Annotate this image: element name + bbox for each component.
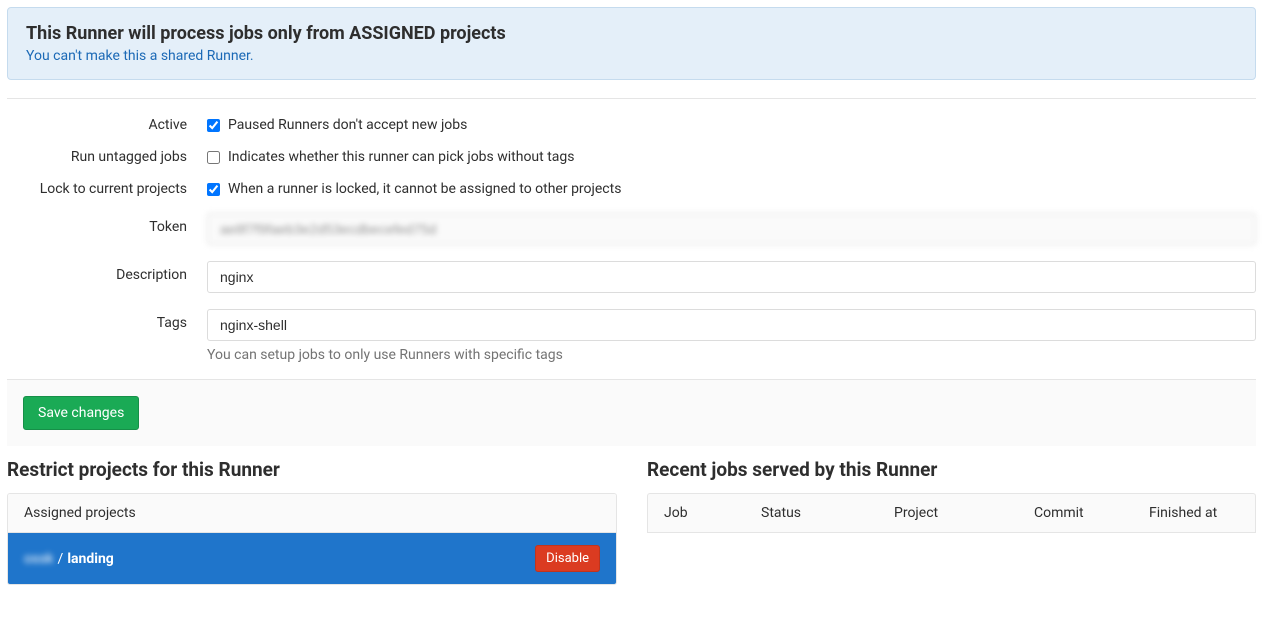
disable-button[interactable]: Disable xyxy=(535,545,600,572)
form-footer: Save changes xyxy=(7,379,1256,446)
run-untagged-checkbox[interactable] xyxy=(207,151,220,164)
untagged-desc: Indicates whether this runner can pick j… xyxy=(228,149,575,165)
th-project: Project xyxy=(878,494,1018,532)
restrict-title: Restrict projects for this Runner xyxy=(7,458,617,481)
divider xyxy=(7,98,1256,99)
form-row-untagged: Run untagged jobs Indicates whether this… xyxy=(7,149,1256,165)
save-button[interactable]: Save changes xyxy=(23,396,139,430)
project-name: ossk / landing xyxy=(24,551,114,567)
assigned-projects-panel: Assigned projects ossk / landing Disable xyxy=(7,493,617,585)
runner-settings-form: Active Paused Runners don't accept new j… xyxy=(7,117,1256,446)
label-active: Active xyxy=(7,117,197,133)
token-input[interactable] xyxy=(207,213,1256,245)
lock-desc: When a runner is locked, it cannot be as… xyxy=(228,181,621,197)
tags-input[interactable] xyxy=(207,309,1256,341)
alert-title: This Runner will process jobs only from … xyxy=(26,23,1237,44)
th-status: Status xyxy=(745,494,878,532)
project-separator: / xyxy=(58,551,64,567)
th-job: Job xyxy=(648,494,745,532)
form-row-token: Token xyxy=(7,213,1256,245)
assigned-projects-header: Assigned projects xyxy=(8,494,616,533)
label-description: Description xyxy=(7,261,197,283)
lower-columns: Restrict projects for this Runner Assign… xyxy=(7,458,1256,585)
project-row[interactable]: ossk / landing Disable xyxy=(8,533,616,584)
form-row-tags: Tags You can setup jobs to only use Runn… xyxy=(7,309,1256,363)
description-input[interactable] xyxy=(207,261,1256,293)
jobs-table-header: Job Status Project Commit Finished at xyxy=(647,493,1256,533)
info-alert: This Runner will process jobs only from … xyxy=(7,7,1256,80)
tags-help-text: You can setup jobs to only use Runners w… xyxy=(207,347,1256,363)
alert-subtitle: You can't make this a shared Runner. xyxy=(26,48,1237,64)
label-token: Token xyxy=(7,213,197,235)
th-commit: Commit xyxy=(1018,494,1133,532)
label-tags: Tags xyxy=(7,309,197,331)
lock-checkbox[interactable] xyxy=(207,183,220,196)
form-row-lock: Lock to current projects When a runner i… xyxy=(7,181,1256,197)
form-row-description: Description xyxy=(7,261,1256,293)
project-owner: ossk xyxy=(24,551,54,567)
th-finished: Finished at xyxy=(1133,494,1255,532)
recent-jobs-title: Recent jobs served by this Runner xyxy=(647,458,1256,481)
label-untagged: Run untagged jobs xyxy=(7,149,197,165)
restrict-column: Restrict projects for this Runner Assign… xyxy=(7,458,617,585)
form-row-active: Active Paused Runners don't accept new j… xyxy=(7,117,1256,133)
project-repo: landing xyxy=(67,551,113,567)
recent-jobs-column: Recent jobs served by this Runner Job St… xyxy=(647,458,1256,585)
label-lock: Lock to current projects xyxy=(7,181,197,197)
active-desc: Paused Runners don't accept new jobs xyxy=(228,117,467,133)
active-checkbox[interactable] xyxy=(207,119,220,132)
